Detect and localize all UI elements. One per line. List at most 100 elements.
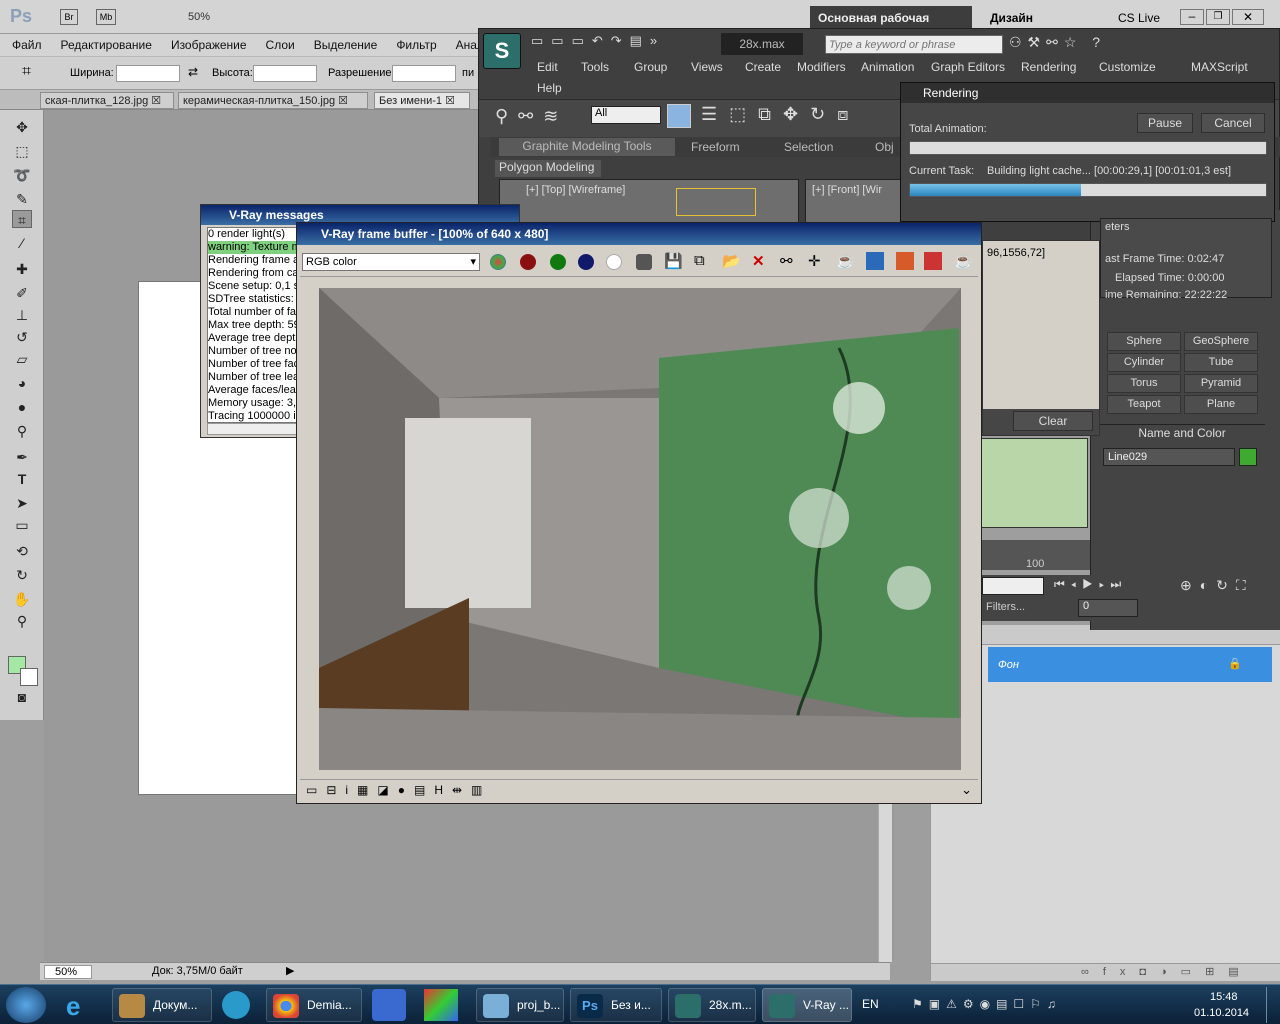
expand-toolbar-icon[interactable]: ⌄ bbox=[961, 782, 972, 798]
height-input[interactable] bbox=[253, 65, 317, 82]
cancel-button[interactable]: Cancel bbox=[1201, 113, 1265, 133]
tab-tile-150[interactable]: керамическая-плитка_150.jpg ☒ bbox=[178, 92, 368, 109]
filters-button[interactable]: Filters... bbox=[986, 601, 1025, 613]
create-tube-button[interactable]: Tube bbox=[1184, 353, 1258, 372]
link-icon[interactable]: ⚯ bbox=[780, 252, 793, 270]
link-tools-icons[interactable]: ⚲⚯≋ bbox=[495, 106, 568, 127]
menu-edit[interactable]: Редактирование bbox=[49, 38, 159, 52]
quick-select-icon[interactable]: ✎ bbox=[12, 190, 32, 208]
show-desktop-button[interactable] bbox=[1266, 987, 1278, 1023]
max-quick-access-toolbar[interactable]: ▭▭▭↶↷▤» bbox=[531, 33, 717, 55]
minimize-button[interactable]: – bbox=[1180, 9, 1204, 25]
max-menu-animation[interactable]: Animation bbox=[861, 60, 914, 74]
monochrome-icon[interactable] bbox=[636, 254, 652, 270]
viewport-navigation-icons[interactable]: ⊕◐↻⛶ bbox=[1180, 577, 1254, 594]
max-menu-customize[interactable]: Customize bbox=[1099, 60, 1156, 74]
pen-tool-icon[interactable]: ✒ bbox=[12, 448, 32, 466]
create-cylinder-button[interactable]: Cylinder bbox=[1107, 353, 1181, 372]
viewport-front-label[interactable]: [+] [Front] [Wir bbox=[812, 184, 882, 196]
ribbon-tab-freeform[interactable]: Freeform bbox=[691, 140, 740, 154]
create-sphere-button[interactable]: Sphere bbox=[1107, 332, 1181, 351]
healing-brush-icon[interactable]: ✚ bbox=[12, 260, 32, 278]
clock-time[interactable]: 15:48 bbox=[1210, 991, 1238, 1003]
path-select-icon[interactable]: ➤ bbox=[12, 494, 32, 512]
max-menu-modifiers[interactable]: Modifiers bbox=[797, 60, 846, 74]
crop-tool-icon[interactable]: ⌗ bbox=[12, 210, 32, 228]
brush-tool-icon[interactable]: ✐ bbox=[12, 284, 32, 302]
name-color-rollout[interactable]: Name and Color bbox=[1099, 424, 1265, 441]
ribbon-tab-object[interactable]: Obj bbox=[875, 140, 894, 154]
eyedropper-icon[interactable]: ⁄ bbox=[12, 234, 32, 252]
viewport-top-label[interactable]: [+] [Top] [Wireframe] bbox=[526, 184, 625, 196]
3d-rotate-icon[interactable]: ⟲ bbox=[12, 542, 32, 560]
ribbon-tab-graphite[interactable]: Graphite Modeling Tools bbox=[499, 138, 675, 156]
max-menu-rendering[interactable]: Rendering bbox=[1021, 60, 1076, 74]
workspace-essentials[interactable]: Основная рабочая среда bbox=[810, 6, 972, 39]
3d-orbit-icon[interactable]: ↻ bbox=[12, 566, 32, 584]
status-zoom[interactable]: 50% bbox=[44, 965, 92, 979]
max-menu-group[interactable]: Group bbox=[634, 60, 667, 74]
channel-dropdown[interactable]: RGB color ▾ bbox=[302, 253, 480, 271]
menu-image[interactable]: Изображение bbox=[159, 38, 254, 52]
task-documents[interactable]: Докум... bbox=[112, 988, 212, 1022]
internet-explorer-icon[interactable]: e bbox=[66, 991, 80, 1022]
resolution-input[interactable] bbox=[392, 65, 456, 82]
close-button[interactable]: ✕ bbox=[1232, 9, 1264, 25]
zoom-level[interactable]: 50% bbox=[188, 11, 210, 23]
tab-tile-128[interactable]: ская-плитка_128.jpg ☒ bbox=[40, 92, 174, 109]
max-menu-edit[interactable]: Edit bbox=[537, 60, 558, 74]
rgb-channels-icon[interactable] bbox=[490, 254, 506, 270]
select-object-icon[interactable] bbox=[667, 104, 691, 128]
lasso-tool-icon[interactable]: ➰ bbox=[12, 166, 32, 184]
shape-tool-icon[interactable]: ▭ bbox=[12, 516, 32, 534]
max-menu-create[interactable]: Create bbox=[745, 60, 781, 74]
swap-icon[interactable]: ⇄ bbox=[188, 65, 198, 79]
task-vray[interactable]: V-Ray ... bbox=[762, 988, 852, 1022]
task-chrome[interactable]: Demia... bbox=[266, 988, 362, 1022]
clock-date[interactable]: 01.10.2014 bbox=[1194, 1007, 1249, 1019]
task-proj[interactable]: proj_b... bbox=[476, 988, 564, 1022]
background-color-swatch[interactable] bbox=[20, 668, 38, 686]
create-plane-button[interactable]: Plane bbox=[1184, 395, 1258, 414]
volume-app-icon[interactable] bbox=[372, 989, 406, 1021]
hand-tool-icon[interactable]: ✋ bbox=[12, 590, 32, 608]
render-icon[interactable]: ☕ bbox=[954, 252, 973, 270]
color-app-icon[interactable] bbox=[424, 989, 458, 1021]
pause-button[interactable]: Pause bbox=[1137, 113, 1193, 133]
load-image-icon[interactable]: 📂 bbox=[722, 252, 741, 270]
tab-untitled[interactable]: Без имени-1 ☒ bbox=[374, 92, 470, 109]
ab-compare-icon[interactable] bbox=[896, 252, 914, 270]
layer-row[interactable]: Фон 🔒 bbox=[988, 647, 1272, 682]
create-pyramid-button[interactable]: Pyramid bbox=[1184, 374, 1258, 393]
bucket-tool-icon[interactable]: ◕ bbox=[12, 374, 32, 392]
params-rollout[interactable]: eters bbox=[1105, 221, 1129, 233]
max-infocenter-icons[interactable]: ⚇⚒⚯☆ ? bbox=[1009, 34, 1106, 51]
ab-split-icon[interactable] bbox=[924, 252, 942, 270]
crop-tool-icon[interactable]: ⌗ bbox=[22, 63, 31, 81]
menu-select[interactable]: Выделение bbox=[302, 38, 385, 52]
max-menu-help[interactable]: Help bbox=[537, 81, 562, 95]
system-tray-icons[interactable]: ⚑▣⚠⚙◉▤☐⚐♫ bbox=[912, 997, 1062, 1011]
menu-layers[interactable]: Слои bbox=[254, 38, 302, 52]
transform-tools-icons[interactable]: ☰⬚⧉✥↻⧈ bbox=[701, 104, 861, 125]
start-button[interactable] bbox=[6, 987, 46, 1023]
ribbon-panel-polygon-modeling[interactable]: Polygon Modeling bbox=[495, 160, 601, 177]
object-color-swatch[interactable] bbox=[1239, 448, 1257, 466]
current-frame-input[interactable]: 0 bbox=[1078, 599, 1138, 617]
language-indicator[interactable]: EN bbox=[862, 997, 879, 1011]
object-name-input[interactable]: Line029 bbox=[1103, 448, 1235, 466]
green-channel-icon[interactable] bbox=[550, 254, 566, 270]
stamp-tool-icon[interactable]: ⊥ bbox=[12, 306, 32, 324]
max-menu-tools[interactable]: Tools bbox=[581, 60, 609, 74]
vray-messages-hscroll[interactable] bbox=[207, 423, 297, 435]
menu-file[interactable]: Файл bbox=[0, 38, 49, 52]
bridge-button[interactable]: Br bbox=[60, 9, 78, 25]
menu-filter[interactable]: Фильтр bbox=[384, 38, 443, 52]
blur-tool-icon[interactable]: ● bbox=[12, 398, 32, 416]
max-menu-views[interactable]: Views bbox=[691, 60, 723, 74]
max-menu-graph-editors[interactable]: Graph Editors bbox=[931, 60, 1005, 74]
create-torus-button[interactable]: Torus bbox=[1107, 374, 1181, 393]
mini-bridge-button[interactable]: Mb bbox=[96, 9, 116, 25]
cs-live-button[interactable]: CS Live bbox=[1118, 11, 1160, 25]
clear-log-button[interactable]: Clear bbox=[1013, 411, 1093, 431]
